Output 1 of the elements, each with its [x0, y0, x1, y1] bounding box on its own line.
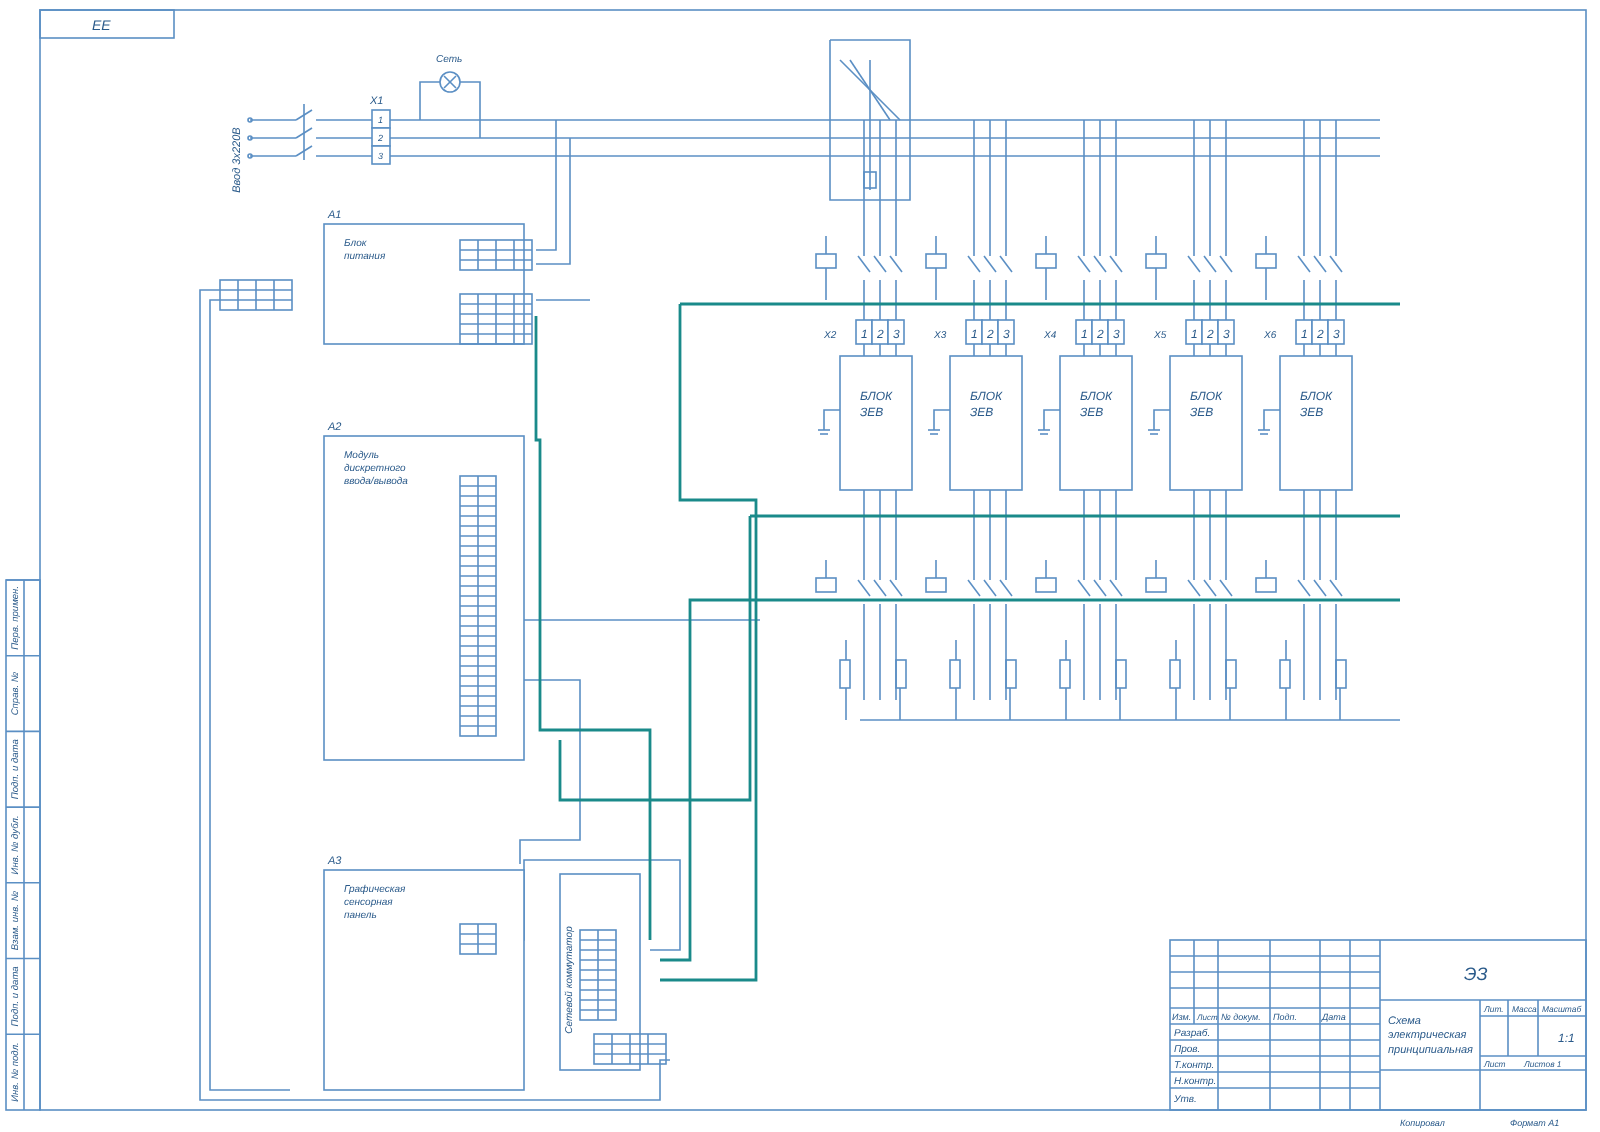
- document-code: ЭЗ: [1464, 964, 1488, 984]
